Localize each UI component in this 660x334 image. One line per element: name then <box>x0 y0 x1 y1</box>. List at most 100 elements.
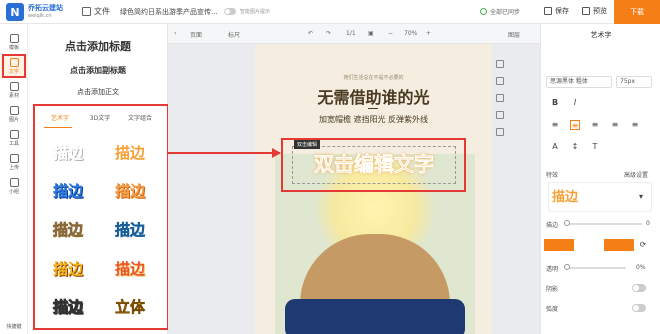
poster-subhead[interactable]: 她们生活总在不是不必要的 <box>255 74 492 81</box>
curve-toggle[interactable] <box>632 304 646 312</box>
sidebar-item-tools[interactable]: 工具 <box>0 128 28 150</box>
layers-button[interactable]: 图层 <box>508 30 520 39</box>
art-text-sample[interactable]: 描边 <box>44 180 92 201</box>
add-title-button[interactable]: 点击添加标题 <box>28 38 168 54</box>
advanced-settings-link[interactable]: 高级设置 <box>624 170 648 179</box>
art-text-sample[interactable]: 描边 <box>44 258 92 279</box>
art-text-sample[interactable]: 描边 <box>44 219 92 240</box>
shadow-toggle[interactable] <box>632 284 646 292</box>
align-right-icon[interactable]: ≡ <box>590 120 600 130</box>
file-label: 文件 <box>94 7 110 16</box>
add-body-button[interactable]: 点击添加正文 <box>28 87 168 97</box>
opacity-slider[interactable] <box>566 267 626 269</box>
color-swatch-1[interactable] <box>544 239 574 251</box>
tab-text-combo[interactable]: 文字组合 <box>120 112 160 126</box>
zoom-out-icon[interactable]: − <box>388 30 393 37</box>
upload-icon <box>9 154 19 163</box>
tab-underline <box>44 127 72 128</box>
smart-toggle[interactable] <box>224 8 236 15</box>
stroke-slider-knob[interactable] <box>564 220 570 226</box>
stroke-slider[interactable] <box>566 223 642 225</box>
duplicate-icon[interactable] <box>496 94 504 102</box>
poster-tagline[interactable]: 加宽帽檐 遮挡阳光 反弹紫外线 <box>255 114 492 125</box>
align-left-icon[interactable]: ≡ <box>550 120 560 130</box>
art-text-sample[interactable]: 描边 <box>106 258 154 279</box>
zoom-level[interactable]: 70% <box>404 30 417 37</box>
delete-icon[interactable] <box>496 111 504 119</box>
save-icon <box>544 7 552 15</box>
canvas-toolbar: ‹ 页面 标尺 ↶ ↷ 1/1 ▣ − 70% + 图层 <box>168 24 540 44</box>
divider <box>368 108 378 109</box>
shortcut-link[interactable]: 快捷键 <box>0 323 28 330</box>
smart-label: 智能图片提示 <box>240 9 271 15</box>
editable-art-text[interactable]: 双击编辑文字 <box>292 148 456 177</box>
logo[interactable]: N 乔拓云建站 weiqik.cn <box>6 3 63 21</box>
undo-icon[interactable]: ↶ <box>308 30 313 37</box>
ruler-button[interactable]: 标尺 <box>228 30 240 39</box>
sidebar-item-template[interactable]: 模板 <box>0 32 28 54</box>
sidebar-item-material[interactable]: 素材 <box>0 80 28 102</box>
image-icon <box>9 106 19 115</box>
art-text-sample[interactable]: 立体 <box>106 296 154 317</box>
distribute-icon[interactable]: ≡ <box>630 120 640 130</box>
tab-3d-text[interactable]: 3D文字 <box>80 112 120 126</box>
download-button[interactable]: 下载 <box>614 0 660 24</box>
redo-icon[interactable]: ↷ <box>326 30 331 37</box>
letter-spacing-icon[interactable]: A <box>550 142 560 152</box>
chevron-down-icon[interactable]: ▾ <box>636 192 646 202</box>
tab-art-text[interactable]: 艺术字 <box>40 112 80 126</box>
logo-icon: N <box>6 3 24 21</box>
more-icon[interactable] <box>496 128 504 136</box>
group-icon <box>9 178 19 187</box>
swap-icon[interactable]: ⟳ <box>638 240 648 250</box>
add-subtitle-button[interactable]: 点击添加副标题 <box>28 65 168 76</box>
brand-url: weiqik.cn <box>28 13 52 19</box>
sidebar-label: 小组 <box>8 189 19 195</box>
font-size-select[interactable]: 75px <box>616 76 652 88</box>
page-button[interactable]: 页面 <box>190 30 202 39</box>
art-text-sample[interactable]: 描边 <box>44 142 92 163</box>
preview-button[interactable]: 预览 <box>582 6 607 16</box>
shadow-label: 阴影 <box>546 286 559 293</box>
sidebar-item-group[interactable]: 小组 <box>0 176 28 198</box>
justify-icon[interactable]: ≡ <box>610 120 620 130</box>
sync-label: 全部已同步 <box>490 9 521 16</box>
opacity-value: 0% <box>636 264 646 271</box>
align-center-icon[interactable]: ≡ <box>570 120 580 130</box>
stroke-label: 描边 <box>546 222 559 229</box>
color-swatch-2[interactable] <box>604 239 634 251</box>
poster-headline[interactable]: 无需借助谁的光 <box>255 84 492 108</box>
sync-status: 全部已同步 <box>480 7 520 16</box>
sidebar-item-image[interactable]: 图片 <box>0 104 28 126</box>
brand-name: 乔拓云建站 <box>28 4 63 12</box>
opacity-slider-knob[interactable] <box>564 264 570 270</box>
document-title[interactable]: 绿色简约日系出游季产品宣传... <box>120 7 218 17</box>
panel-title: 艺术字 <box>590 31 612 39</box>
copy-page-icon[interactable] <box>496 77 504 85</box>
canvas-side-tools <box>496 60 508 145</box>
fit-icon[interactable]: ▣ <box>368 30 374 37</box>
page-count: 1/1 <box>346 30 356 37</box>
save-button[interactable]: 保存 <box>544 6 569 16</box>
file-menu[interactable]: 文件 <box>82 6 110 17</box>
font-select[interactable]: 思源黑体 粗体 <box>546 76 612 88</box>
sidebar-item-upload[interactable]: 上传 <box>0 152 28 174</box>
highlight-box <box>2 54 26 78</box>
italic-icon[interactable]: I <box>570 98 580 108</box>
add-page-icon[interactable] <box>496 60 504 68</box>
file-icon <box>82 7 91 16</box>
zoom-in-icon[interactable]: + <box>426 30 431 37</box>
sidebar-label: 模板 <box>8 45 19 51</box>
material-icon <box>9 82 19 91</box>
art-text-tabs: 艺术字 3D文字 文字组合 <box>40 112 160 126</box>
collapse-icon[interactable]: ‹ <box>174 30 176 37</box>
art-text-sample[interactable]: 描边 <box>106 180 154 201</box>
art-text-sample[interactable]: 描边 <box>106 142 154 163</box>
art-text-sample[interactable]: 描边 <box>44 296 92 317</box>
line-height-icon[interactable]: ↕ <box>570 142 580 152</box>
vertical-text-icon[interactable]: T <box>590 142 600 152</box>
bold-icon[interactable]: B <box>550 98 560 108</box>
art-text-sample[interactable]: 描边 <box>106 219 154 240</box>
hat-ribbon <box>285 299 465 334</box>
preview-label: 预览 <box>593 7 607 15</box>
